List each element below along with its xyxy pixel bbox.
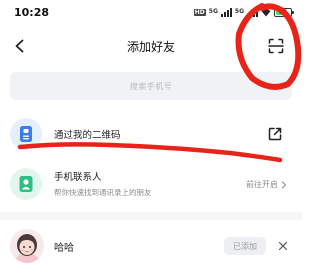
network-label-1: 5G <box>208 8 218 15</box>
added-status-button[interactable]: 已添加 <box>224 237 266 255</box>
signal-icon <box>220 7 232 17</box>
wifi-icon <box>261 8 271 17</box>
avatar[interactable] <box>10 229 44 263</box>
chevron-right-icon <box>281 180 287 189</box>
scan-icon <box>268 38 284 54</box>
section-divider <box>0 212 302 220</box>
enable-contacts-label: 前往开启 <box>246 180 278 189</box>
battery-icon: 65 <box>274 7 294 17</box>
scan-button[interactable] <box>264 34 288 58</box>
share-external-icon <box>268 127 282 141</box>
page-title: 添加好友 <box>126 40 175 54</box>
hd-badge: HD <box>193 8 206 16</box>
contacts-text: 手机联系人 帮你快速找到通讯录上的朋友 <box>54 169 152 198</box>
qr-card-icon <box>10 118 42 150</box>
friend-row[interactable]: 哈哈 已添加 <box>0 226 302 266</box>
qr-code-row[interactable]: 通过我的二维码 <box>0 116 302 152</box>
close-icon <box>278 241 288 251</box>
network-label-2: 5G <box>234 8 244 15</box>
phone-contacts-row[interactable]: 手机联系人 帮你快速找到通讯录上的朋友 前往开启 <box>0 164 302 204</box>
dismiss-button[interactable] <box>276 239 290 253</box>
contacts-subtitle: 帮你快速找到通讯录上的朋友 <box>54 188 152 197</box>
friend-name: 哈哈 <box>54 243 74 254</box>
search-placeholder: 搜索手机号 <box>129 81 173 91</box>
qr-code-label: 通过我的二维码 <box>54 130 121 141</box>
contact-person-icon <box>10 168 42 200</box>
enable-contacts-button[interactable]: 前往开启 <box>246 179 288 190</box>
signal-icon-2 <box>247 7 258 17</box>
header: 添加好友 <box>0 26 302 66</box>
status-time: 10:28 <box>14 6 50 19</box>
contacts-title: 手机联系人 <box>54 172 102 183</box>
status-icons: HD 5G 5G 65 <box>193 6 294 18</box>
search-input[interactable]: 搜索手机号 <box>10 72 292 100</box>
status-bar: 10:28 HD 5G 5G 65 <box>0 0 302 26</box>
share-button[interactable] <box>266 125 284 143</box>
battery-level: 65 <box>278 8 288 16</box>
